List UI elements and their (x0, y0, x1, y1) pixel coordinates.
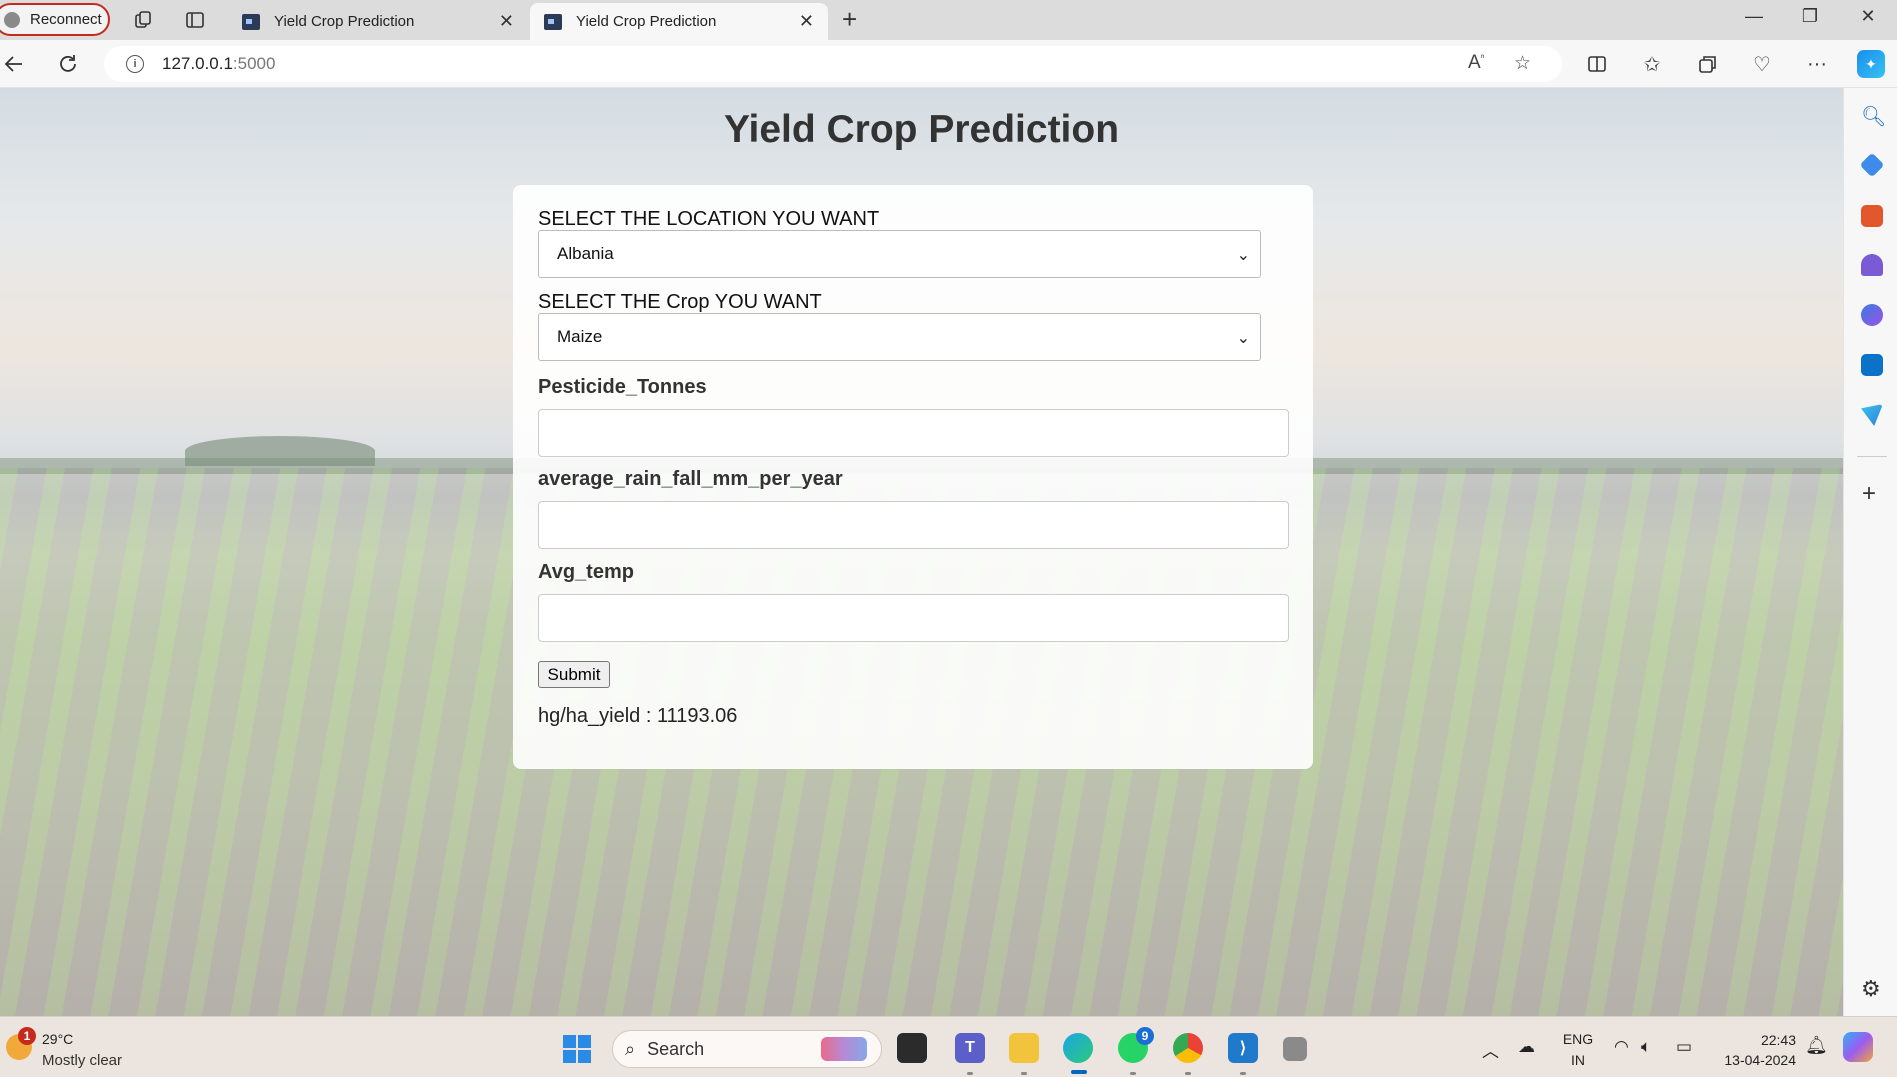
close-window-icon[interactable]: ✕ (1848, 6, 1888, 27)
running-indicator (1021, 1072, 1027, 1075)
onedrive-icon[interactable]: ☁ (1518, 1037, 1535, 1057)
split-screen-icon[interactable] (1583, 50, 1611, 78)
crop-selected-value: Maize (557, 327, 603, 346)
weather-temperature[interactable]: 29°C (42, 1031, 73, 1047)
prediction-result: hg/ha_yield : 11193.06 (538, 705, 738, 727)
read-aloud-icon[interactable]: Aⁿ (1468, 52, 1484, 74)
tab-close-icon[interactable]: ✕ (499, 11, 514, 32)
profile-label: Reconnect (30, 11, 102, 28)
search-highlight-icon (821, 1037, 867, 1061)
whatsapp-badge: 9 (1136, 1027, 1154, 1045)
show-hidden-icons[interactable]: ︿ (1482, 1037, 1499, 1062)
running-indicator (1185, 1072, 1191, 1075)
shopping-icon[interactable] (1859, 152, 1885, 178)
snipping-tool-icon[interactable] (1283, 1037, 1307, 1061)
running-indicator (1130, 1072, 1136, 1075)
submit-button[interactable]: Submit (538, 661, 610, 688)
minimize-icon[interactable]: — (1734, 6, 1774, 27)
tab-yield-crop-1[interactable]: Yield Crop Prediction ✕ (228, 3, 528, 40)
running-indicator (1240, 1072, 1246, 1075)
refresh-icon[interactable] (54, 50, 82, 78)
tab-favicon-icon (242, 13, 260, 30)
weather-description[interactable]: Mostly clear (42, 1052, 122, 1069)
language-top[interactable]: ENG (1560, 1031, 1596, 1047)
new-tab-button[interactable]: + (842, 4, 857, 35)
sidebar-divider (1857, 456, 1887, 457)
windows-taskbar: 1 29°C Mostly clear ⌕ Search T 9 ⟩ ︿ ☁ E… (0, 1016, 1897, 1077)
browser-tab-bar: Reconnect Yield Crop Prediction ✕ Yield … (0, 0, 1897, 40)
pesticide-input[interactable] (538, 409, 1289, 457)
address-bar[interactable]: i 127.0.0.1 :5000 Aⁿ ☆ (104, 46, 1562, 82)
profile-avatar-icon (4, 11, 20, 28)
weather-badge: 1 (18, 1027, 36, 1045)
clock-time: 22:43 (1760, 1032, 1796, 1048)
add-sidebar-icon[interactable]: + (1862, 480, 1876, 508)
location-label: SELECT THE LOCATION YOU WANT (538, 208, 880, 230)
avg-temp-label: Avg_temp (538, 561, 634, 583)
copilot-taskbar-icon[interactable] (1843, 1032, 1873, 1062)
search-sidebar-icon[interactable]: 🔍︎ (1861, 104, 1886, 128)
rainfall-input[interactable] (538, 501, 1289, 549)
page-viewport: Yield Crop Prediction SELECT THE LOCATIO… (0, 88, 1843, 1016)
prediction-form: SELECT THE LOCATION YOU WANT Albania ⌄ S… (513, 185, 1313, 769)
copilot-icon[interactable]: ✦ (1857, 50, 1885, 78)
rainfall-label: average_rain_fall_mm_per_year (538, 468, 843, 490)
system-clock[interactable]: 22:43 13-04-2024 (1712, 1030, 1796, 1070)
tab-title: Yield Crop Prediction (274, 13, 415, 30)
url-port: :5000 (232, 54, 276, 73)
location-select[interactable]: Albania ⌄ (538, 230, 1261, 278)
chevron-down-icon: ⌄ (1236, 330, 1250, 347)
vscode-icon[interactable]: ⟩ (1228, 1033, 1258, 1063)
tab-close-icon[interactable]: ✕ (799, 11, 814, 32)
edge-sidebar: 🔍︎ + ⚙ (1843, 88, 1897, 1016)
tab-yield-crop-2[interactable]: Yield Crop Prediction ✕ (530, 3, 828, 40)
teams-icon[interactable]: T (955, 1033, 985, 1063)
office-icon[interactable] (1861, 304, 1883, 326)
tab-title: Yield Crop Prediction (576, 13, 717, 30)
active-indicator (1071, 1070, 1087, 1074)
running-indicator (967, 1072, 973, 1075)
more-icon[interactable]: ··· (1803, 50, 1831, 78)
drop-icon[interactable] (1861, 404, 1883, 426)
url-host: 127.0.0.1 (162, 54, 233, 73)
battery-icon[interactable]: ▭ (1676, 1037, 1692, 1057)
pesticide-label: Pesticide_Tonnes (538, 376, 707, 398)
browser-toolbar: i 127.0.0.1 :5000 Aⁿ ☆ ✩ ♡ ··· ✦ (0, 40, 1897, 88)
tools-icon[interactable] (1861, 205, 1883, 227)
edge-taskbar-icon[interactable] (1063, 1033, 1093, 1063)
language-bottom[interactable]: IN (1560, 1052, 1596, 1068)
notification-bell-icon[interactable]: 🔔︎ (1805, 1035, 1828, 1056)
workspaces-icon[interactable] (131, 8, 155, 32)
collections-icon[interactable] (1694, 50, 1722, 78)
settings-icon[interactable]: ⚙ (1861, 976, 1881, 1002)
windows-start-icon[interactable] (563, 1035, 591, 1063)
back-icon[interactable] (0, 50, 28, 78)
chevron-down-icon: ⌄ (1236, 247, 1250, 264)
tab-actions-icon[interactable] (183, 8, 207, 32)
profile-button[interactable]: Reconnect (0, 3, 110, 36)
clock-date: 13-04-2024 (1724, 1052, 1796, 1068)
search-label: Search (647, 1038, 705, 1059)
favorite-star-icon[interactable]: ☆ (1514, 52, 1531, 75)
crop-label: SELECT THE Crop YOU WANT (538, 291, 822, 313)
volume-icon[interactable]: 🔈︎ (1641, 1037, 1651, 1057)
wifi-icon[interactable]: ◠ (1614, 1037, 1629, 1057)
tab-favicon-icon (544, 13, 562, 30)
games-icon[interactable] (1861, 254, 1883, 276)
crop-select[interactable]: Maize ⌄ (538, 313, 1261, 361)
page-title: Yield Crop Prediction (723, 108, 1120, 151)
browser-essentials-icon[interactable]: ♡ (1748, 50, 1776, 78)
taskbar-search[interactable]: ⌕ Search (612, 1030, 882, 1068)
search-icon: ⌕ (625, 1038, 636, 1059)
chrome-icon[interactable] (1173, 1033, 1203, 1063)
task-view-icon[interactable] (897, 1033, 927, 1063)
outlook-icon[interactable] (1861, 354, 1883, 376)
favorites-icon[interactable]: ✩ (1638, 50, 1666, 78)
site-info-icon[interactable]: i (126, 55, 144, 73)
file-explorer-icon[interactable] (1009, 1033, 1039, 1063)
location-selected-value: Albania (557, 244, 614, 263)
avg-temp-input[interactable] (538, 594, 1289, 642)
restore-icon[interactable]: ❐ (1790, 6, 1830, 27)
